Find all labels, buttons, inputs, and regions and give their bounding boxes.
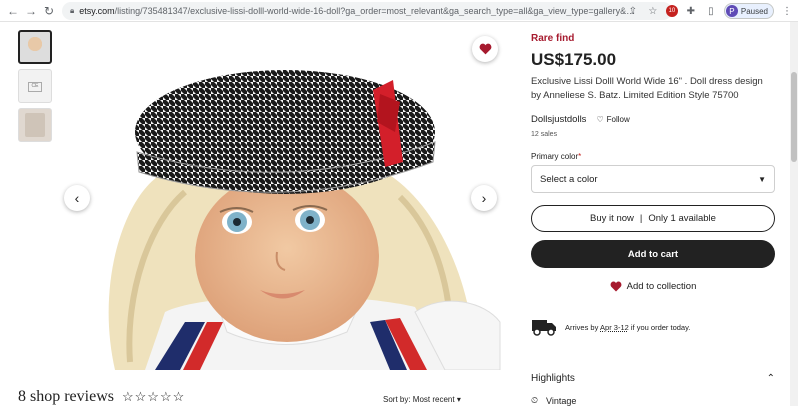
reviews-title: 8 shop reviews	[18, 388, 114, 405]
page-scrollbar[interactable]	[790, 22, 798, 406]
thumbnail-3[interactable]	[18, 108, 52, 142]
shop-row: Dollsjustdolls ♡ Follow	[531, 114, 630, 125]
highlights-label: Highlights	[531, 373, 575, 384]
scroll-thumb[interactable]	[791, 72, 797, 162]
profile-button[interactable]: P Paused	[723, 3, 774, 19]
shop-name-link[interactable]: Dollsjustdolls	[531, 114, 586, 125]
address-bar[interactable]: 🔒︎ etsy.com/listing/735481347/exclusive-…	[62, 2, 672, 20]
add-to-cart-button[interactable]: Add to cart	[531, 240, 775, 268]
buy-now-label: Buy it now	[590, 213, 634, 224]
share-icon[interactable]: ⇪	[626, 4, 640, 18]
rare-find-label: Rare find	[531, 33, 575, 44]
add-to-collection-button[interactable]: Add to collection	[531, 281, 775, 292]
price: US$175.00	[531, 50, 617, 69]
favorite-button[interactable]	[472, 36, 498, 62]
url-text: etsy.com/listing/735481347/exclusive-lis…	[79, 6, 640, 16]
sort-dropdown[interactable]: Sort by: Most recent ▾	[383, 395, 461, 404]
chevron-right-icon: ›	[481, 190, 487, 206]
forward-icon[interactable]: →	[22, 2, 40, 20]
extension-badge-icon[interactable]: 10	[665, 5, 678, 17]
sales-count: 12 sales	[531, 131, 558, 138]
product-image	[55, 22, 506, 370]
caret-down-icon: ▼	[758, 174, 766, 184]
add-to-collection-label: Add to collection	[626, 281, 697, 292]
color-select[interactable]: Select a color ▼	[531, 165, 775, 193]
truck-icon	[532, 320, 556, 336]
heart-icon	[479, 43, 491, 55]
star-rating-icon: ☆☆☆☆☆	[121, 389, 186, 404]
highlights-toggle[interactable]: Highlights ⌃	[531, 373, 775, 384]
delivery-estimate: Arrives by Apr 3-12 if you order today.	[531, 318, 690, 336]
extensions-puzzle-icon[interactable]: ✚	[684, 4, 698, 18]
reload-icon[interactable]: ↻	[40, 2, 58, 20]
lock-icon: 🔒︎	[70, 6, 75, 15]
chevron-left-icon: ‹	[74, 190, 80, 206]
heart-icon	[610, 281, 622, 292]
vintage-highlight: ⏲︎ Vintage	[531, 395, 576, 406]
caret-down-icon: ▾	[456, 395, 461, 404]
menu-kebab-icon[interactable]: ⋮	[780, 4, 794, 18]
browser-toolbar: ← → ↻ 🔒︎ etsy.com/listing/735481347/excl…	[0, 0, 798, 22]
select-value: Select a color	[540, 173, 598, 185]
primary-color-label: Primary color*	[531, 152, 582, 161]
bookmark-star-icon[interactable]: ☆	[646, 4, 660, 18]
thumbnail-1[interactable]	[18, 30, 52, 64]
shop-reviews-heading: 8 shop reviews ☆☆☆☆☆	[18, 388, 185, 406]
carousel-prev-button[interactable]: ‹	[64, 185, 90, 211]
availability-text: Only 1 available	[648, 213, 716, 224]
profile-status: Paused	[740, 6, 768, 16]
divider: |	[639, 213, 643, 224]
avatar: P	[725, 5, 738, 17]
side-panel-icon[interactable]: ▯	[704, 4, 718, 18]
follow-label: Follow	[606, 115, 630, 124]
chevron-up-icon: ⌃	[766, 373, 775, 384]
follow-button[interactable]: ♡ Follow	[596, 115, 629, 124]
carousel-next-button[interactable]: ›	[471, 185, 497, 211]
sort-label: Sort by: Most recent	[383, 395, 455, 404]
listing-title: Exclusive Lissi Dolll World Wide 16" . D…	[531, 76, 763, 101]
vintage-label: Vintage	[546, 395, 577, 406]
buy-it-now-button[interactable]: Buy it now | Only 1 available	[531, 205, 775, 232]
back-icon[interactable]: ←	[4, 2, 22, 20]
arrival-dates[interactable]: Apr 3-12	[600, 323, 629, 332]
thumbnail-2[interactable]: CE	[18, 69, 52, 103]
heart-outline-icon: ♡	[596, 115, 604, 124]
clock-icon: ⏲︎	[531, 395, 539, 405]
